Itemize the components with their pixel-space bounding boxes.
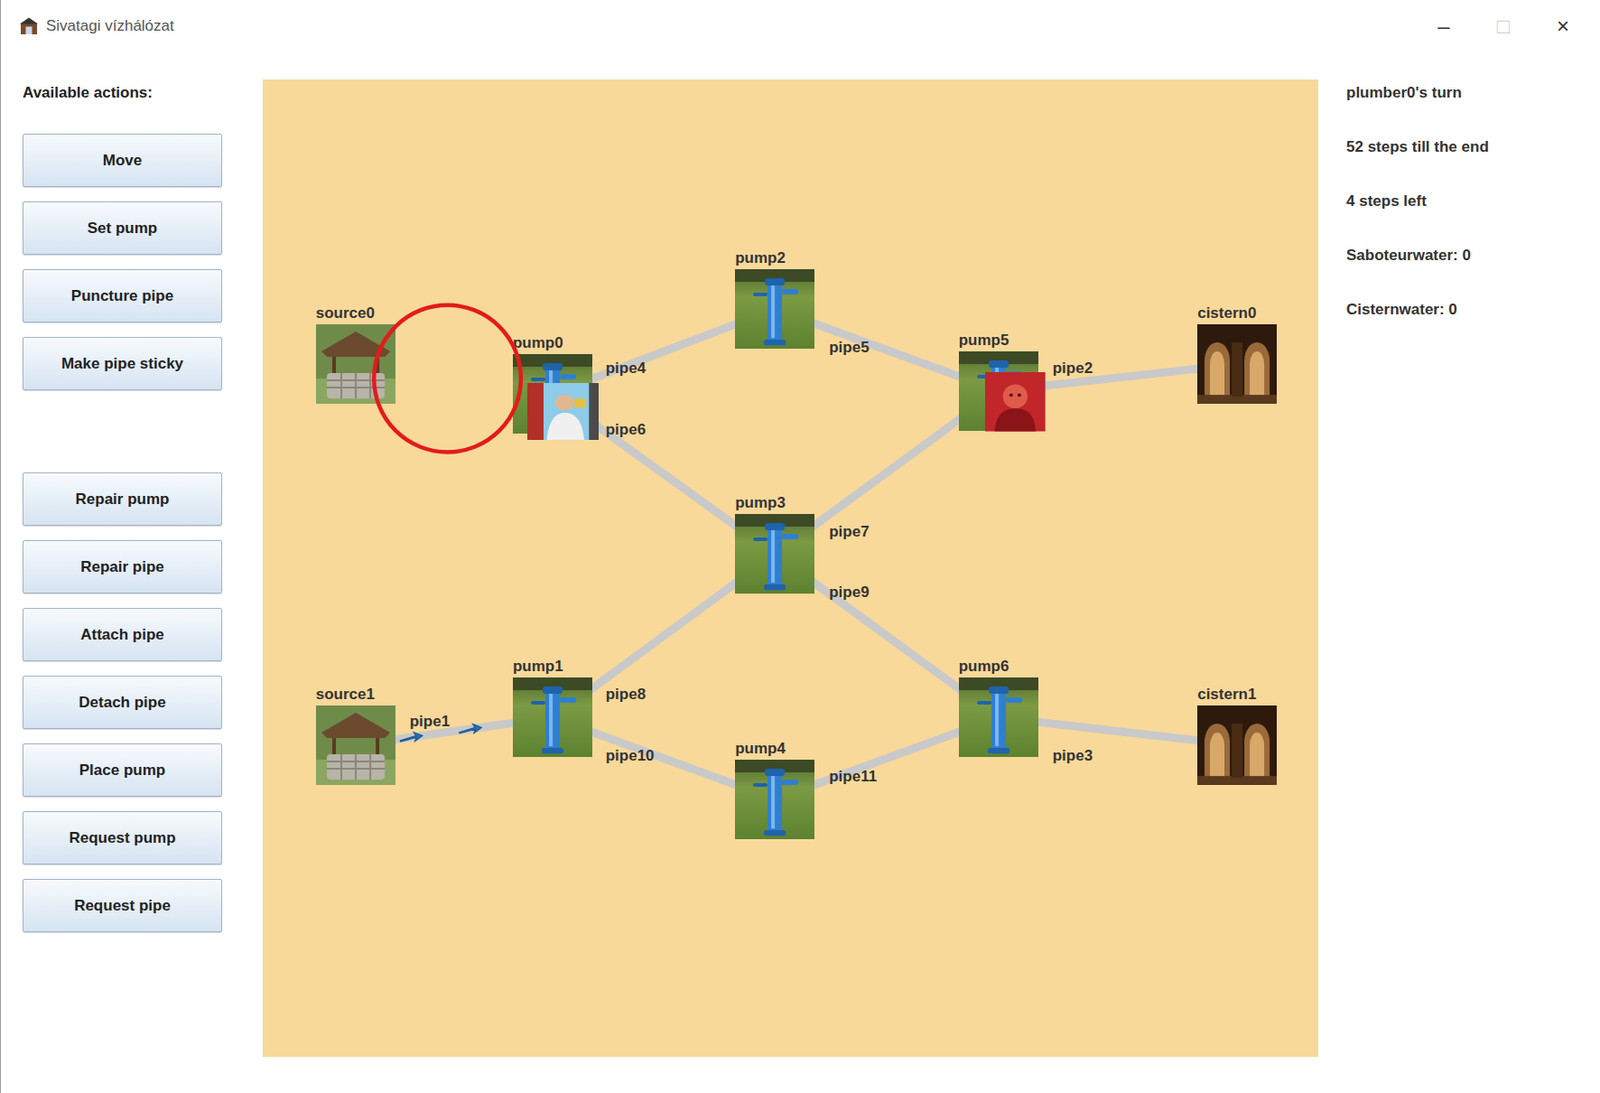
pipe-label: pipe2	[1052, 359, 1093, 378]
pipe-label: pipe4	[605, 359, 646, 378]
action-group: Repair pump Repair pipe Attach pipe Detach …	[22, 472, 263, 932]
plumber-icon	[527, 382, 599, 440]
node-label: pump6	[958, 657, 1010, 676]
annotation-layer	[262, 79, 1319, 1057]
pump-node[interactable]	[734, 513, 815, 594]
action-button[interactable]: Place pump	[22, 743, 223, 797]
main-area: Available actions: Move Set pump Puncture p…	[0, 51, 1600, 1093]
saboteur-icon	[985, 372, 1046, 432]
node-label: pump3	[734, 493, 786, 512]
source-node[interactable]	[316, 324, 396, 404]
actions-heading: Available actions:	[22, 83, 263, 103]
pump-node[interactable]	[512, 677, 593, 757]
pump-icon	[958, 677, 1039, 757]
action-group: Move Set pump Puncture pipe Make pipe stick…	[22, 133, 263, 391]
pipe-label: pipe11	[828, 767, 877, 786]
node-label: pump0	[512, 334, 564, 353]
pump-icon	[734, 759, 815, 839]
game-window: Sivatagi vízhálózat –□× Available actions:…	[0, 0, 1600, 1093]
action-button[interactable]: Repair pump	[22, 472, 223, 526]
action-button[interactable]: Puncture pipe	[22, 269, 223, 323]
action-button[interactable]: Repair pipe	[22, 539, 223, 594]
plumber-token	[527, 382, 599, 440]
pump-node[interactable]	[734, 759, 815, 839]
pump-node[interactable]	[958, 677, 1039, 757]
flow-arrow-icon	[399, 731, 423, 744]
maximize-button: □	[1473, 8, 1534, 45]
action-button[interactable]: Move	[22, 133, 223, 187]
action-button[interactable]: Set pump	[22, 201, 223, 255]
status-panel: plumber0's turn 52 steps till the end 4 st…	[1318, 51, 1600, 1093]
node-label: pump2	[734, 249, 786, 268]
pipe-label: pipe5	[828, 338, 869, 357]
node-label: source1	[316, 685, 375, 704]
source-icon	[316, 324, 396, 404]
source-node[interactable]	[316, 705, 396, 785]
node-label: source0	[316, 304, 375, 323]
source-icon	[316, 705, 396, 785]
highlight-circle	[373, 305, 521, 453]
status-line: 52 steps till the end	[1346, 138, 1591, 157]
node-label: cistern0	[1197, 304, 1256, 323]
status-line: plumber0's turn	[1346, 83, 1591, 103]
pump-node[interactable]	[734, 269, 815, 349]
title-bar: Sivatagi vízhálózat –□×	[0, 0, 1600, 52]
cistern-icon	[1197, 705, 1277, 785]
node-label: pump4	[734, 739, 786, 758]
action-button[interactable]: Request pump	[22, 810, 223, 865]
pipe-label: pipe3	[1052, 746, 1093, 765]
network-board: source0 pump0 pump2 pump5 cistern0 pump3 sourc…	[262, 79, 1319, 1057]
app-icon	[18, 16, 39, 37]
node-label: cistern1	[1197, 685, 1256, 704]
minimize-button[interactable]: –	[1413, 8, 1474, 45]
cistern-node[interactable]	[1197, 705, 1277, 785]
pipe-label: pipe1	[409, 712, 450, 731]
pipe-label: pipe8	[605, 685, 646, 704]
action-button[interactable]: Request pipe	[22, 878, 223, 932]
action-button[interactable]: Detach pipe	[22, 675, 223, 729]
node-label: pump5	[958, 331, 1010, 350]
pump-icon	[512, 677, 593, 757]
action-button[interactable]: Make pipe sticky	[22, 336, 223, 391]
action-button[interactable]: Attach pipe	[22, 607, 223, 661]
cistern-icon	[1197, 324, 1277, 404]
pump-icon	[734, 269, 815, 349]
pipe-label: pipe7	[828, 522, 869, 541]
window-title: Sivatagi vízhálózat	[46, 14, 175, 38]
pump-icon	[734, 513, 815, 594]
cistern-node[interactable]	[1197, 324, 1277, 404]
node-label: pump1	[512, 657, 564, 676]
close-button[interactable]: ×	[1533, 8, 1593, 45]
status-line: 4 steps left	[1346, 192, 1591, 211]
status-line: Saboteurwater: 0	[1346, 246, 1591, 265]
status-line: Cisternwater: 0	[1346, 300, 1591, 319]
pipe-label: pipe10	[605, 746, 655, 765]
pipe-label: pipe9	[828, 583, 869, 602]
saboteur-token	[985, 372, 1046, 432]
pipe-label: pipe6	[605, 420, 646, 439]
flow-arrow-icon	[458, 722, 483, 735]
window-controls: –□×	[1413, 8, 1593, 45]
actions-panel: Available actions: Move Set pump Puncture p…	[0, 51, 263, 1093]
